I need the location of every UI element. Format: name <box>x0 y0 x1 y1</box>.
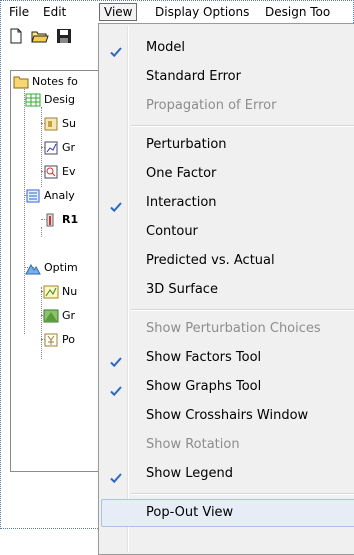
checkmark-icon <box>109 380 123 397</box>
menu-item-one-factor[interactable]: One Factor <box>101 160 354 188</box>
tree-node-design[interactable]: Desig <box>25 91 75 109</box>
checkmark-icon <box>109 467 123 484</box>
menu-file[interactable]: File <box>5 3 33 21</box>
menu-item-standard-error[interactable]: Standard Error <box>101 63 354 91</box>
tree-node-evaluation[interactable]: Ev <box>43 163 75 181</box>
open-folder-icon[interactable] <box>31 27 49 45</box>
menu-item-predicted-vs-actual[interactable]: Predicted vs. Actual <box>101 247 354 275</box>
point-prediction-icon <box>43 333 59 347</box>
menu-item-contour[interactable]: Contour <box>101 218 354 246</box>
tree-node-summary[interactable]: Su <box>43 115 76 133</box>
numerical-icon <box>43 285 59 299</box>
menu-item-propagation-of-error[interactable]: Propagation of Error <box>101 92 354 120</box>
tree-node-notes[interactable]: Notes fo <box>13 73 78 91</box>
tree-node-point-prediction[interactable]: Po <box>43 331 75 349</box>
tree-node-response-r1[interactable]: R1 <box>43 211 78 229</box>
evaluation-icon <box>43 165 59 179</box>
tree-node-numerical[interactable]: Nu <box>43 283 77 301</box>
checkmark-icon <box>109 351 123 368</box>
summary-icon <box>43 117 59 131</box>
menu-item-show-legend[interactable]: Show Legend <box>101 460 354 488</box>
menu-display-options[interactable]: Display Options <box>151 3 253 21</box>
save-icon[interactable] <box>55 27 73 45</box>
view-menu-dropdown: Model Standard Error Propagation of Erro… <box>98 23 354 555</box>
menu-bar: File Edit View Display Options Design To… <box>1 1 353 23</box>
tree-node-optimization[interactable]: Optim <box>25 259 78 277</box>
menu-view[interactable]: View <box>99 3 138 21</box>
graph-icon <box>43 141 59 155</box>
tree-node-graph[interactable]: Gr <box>43 139 75 157</box>
tree-node-graphical[interactable]: Gr <box>43 307 75 325</box>
menu-design-tools[interactable]: Design Too <box>261 3 334 21</box>
menu-item-model[interactable]: Model <box>101 34 354 62</box>
checkmark-icon <box>109 196 123 213</box>
tree-node-analysis[interactable]: Analy <box>25 187 75 205</box>
menu-item-pop-out-view[interactable]: Pop-Out View <box>101 499 354 527</box>
response-icon <box>43 213 59 227</box>
menu-item-show-factors-tool[interactable]: Show Factors Tool <box>101 344 354 372</box>
menu-item-3d-surface[interactable]: 3D Surface <box>101 276 354 304</box>
design-tree: Notes fo Desig Su Gr Ev Analy R1 Optim N… <box>10 70 112 472</box>
menu-separator <box>131 309 354 311</box>
menu-item-show-perturbation-choices[interactable]: Show Perturbation Choices <box>101 315 354 343</box>
menu-item-show-crosshairs-window[interactable]: Show Crosshairs Window <box>101 402 354 430</box>
new-document-icon[interactable] <box>7 27 25 45</box>
menu-item-show-rotation[interactable]: Show Rotation <box>101 431 354 459</box>
analysis-icon <box>25 189 41 203</box>
checkmark-icon <box>109 41 123 58</box>
notes-folder-icon <box>13 75 29 89</box>
menu-edit[interactable]: Edit <box>39 3 70 21</box>
optimization-icon <box>25 261 41 275</box>
menu-item-interaction[interactable]: Interaction <box>101 189 354 217</box>
menu-item-show-graphs-tool[interactable]: Show Graphs Tool <box>101 373 354 401</box>
menu-item-perturbation[interactable]: Perturbation <box>101 131 354 159</box>
design-icon <box>25 93 41 107</box>
graphical-icon <box>43 309 59 323</box>
menu-separator <box>131 493 354 495</box>
menu-separator <box>131 125 354 127</box>
